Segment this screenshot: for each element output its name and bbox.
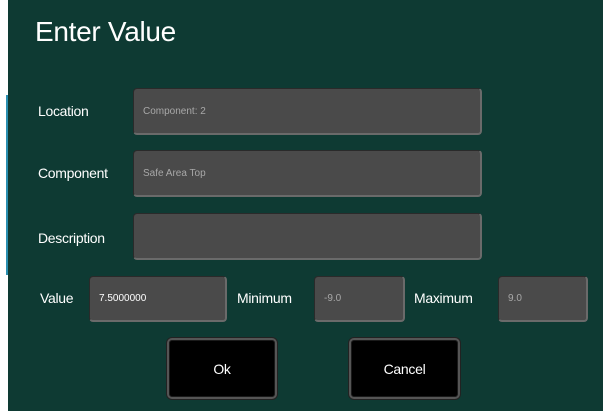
value-label: Value [40,290,74,306]
location-value: Component: 2 [143,105,206,117]
component-value: Safe Area Top [143,167,206,179]
cancel-button[interactable]: Cancel [349,338,460,399]
minimum-label: Minimum [237,290,292,306]
maximum-label: Maximum [414,290,473,306]
location-label: Location [38,103,89,119]
maximum-value: 9.0 [508,293,522,304]
enter-value-dialog: Enter Value Location Component: 2 Compon… [8,0,603,411]
description-label: Description [38,230,105,246]
maximum-field: 9.0 [498,276,588,322]
window-edge [0,0,8,411]
component-field: Safe Area Top [133,150,482,197]
component-label: Component [38,165,108,181]
location-field: Component: 2 [133,88,482,135]
value-value: 7.5000000 [99,293,147,304]
ok-button[interactable]: Ok [167,338,277,399]
description-input[interactable] [133,213,482,260]
minimum-field: -9.0 [314,276,405,322]
dialog-title: Enter Value [35,16,176,47]
minimum-value: -9.0 [324,293,342,304]
value-input[interactable]: 7.5000000 [89,276,227,322]
